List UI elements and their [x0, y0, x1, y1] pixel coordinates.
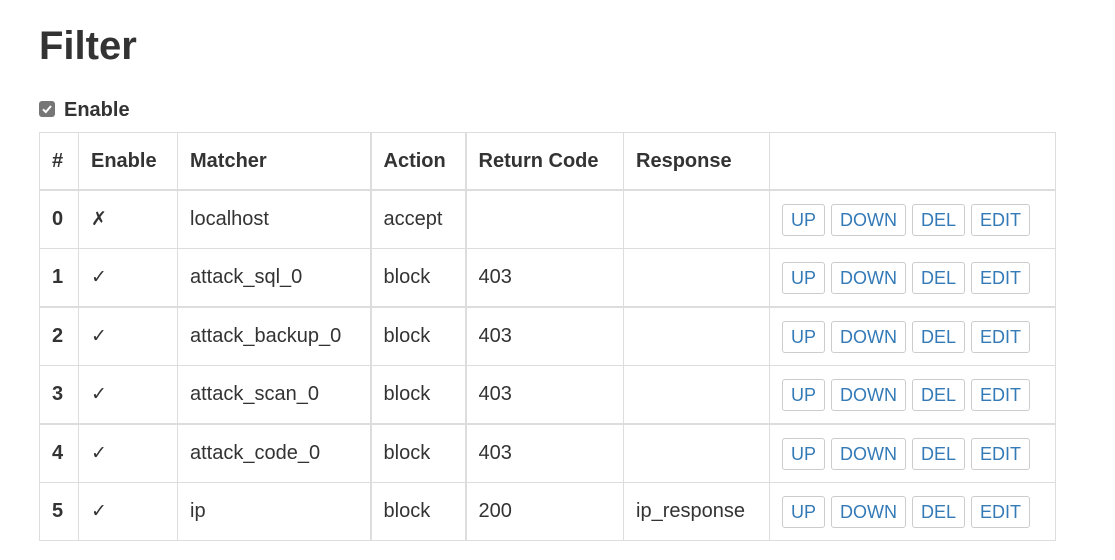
- enabled-status-icon: ✓: [91, 442, 107, 464]
- row-response: [623, 365, 770, 425]
- edit-button[interactable]: EDIT: [971, 378, 1031, 411]
- row-enabled-mark: ✓: [78, 306, 178, 366]
- column-header-actions: [769, 132, 1056, 191]
- row-index: 5: [39, 482, 79, 541]
- row-matcher: attack_scan_0: [177, 365, 372, 425]
- enable-label: Enable: [64, 98, 130, 121]
- row-index: 2: [39, 306, 79, 366]
- row-actions: UP DOWN DEL EDIT: [769, 189, 1056, 249]
- row-button-group: UP DOWN DEL EDIT: [782, 261, 1043, 294]
- row-index: 4: [39, 423, 79, 483]
- row-index: 3: [39, 365, 79, 425]
- del-button[interactable]: DEL: [912, 320, 966, 353]
- row-button-group: UP DOWN DEL EDIT: [782, 495, 1043, 528]
- row-response: ip_response: [623, 482, 770, 541]
- table-row: 1 ✓ attack_sql_0 block 403 UP DOWN DEL E…: [39, 248, 1056, 308]
- column-header-enable: Enable: [78, 132, 178, 191]
- row-response: [623, 189, 770, 249]
- row-return-code: 200: [465, 482, 624, 541]
- filter-table: # Enable Matcher Action Return Code Resp…: [39, 132, 1056, 541]
- row-actions: UP DOWN DEL EDIT: [769, 248, 1056, 308]
- row-return-code: [465, 189, 624, 249]
- row-actions: UP DOWN DEL EDIT: [769, 482, 1056, 541]
- row-response: [623, 248, 770, 308]
- row-action: block: [370, 365, 467, 425]
- up-button[interactable]: UP: [782, 261, 826, 294]
- column-header-index: #: [39, 132, 79, 191]
- edit-button[interactable]: EDIT: [971, 437, 1031, 470]
- row-response: [623, 423, 770, 483]
- del-button[interactable]: DEL: [912, 495, 966, 528]
- row-matcher: attack_code_0: [177, 423, 372, 483]
- column-header-return-code: Return Code: [465, 132, 624, 191]
- edit-button[interactable]: EDIT: [971, 203, 1031, 236]
- row-enabled-mark: ✓: [78, 365, 178, 425]
- row-actions: UP DOWN DEL EDIT: [769, 423, 1056, 483]
- del-button[interactable]: DEL: [912, 203, 966, 236]
- down-button[interactable]: DOWN: [831, 437, 907, 470]
- row-return-code: 403: [465, 423, 624, 483]
- up-button[interactable]: UP: [782, 203, 826, 236]
- del-button[interactable]: DEL: [912, 378, 966, 411]
- enabled-status-icon: ✓: [91, 266, 107, 288]
- row-button-group: UP DOWN DEL EDIT: [782, 437, 1043, 470]
- enabled-status-icon: ✓: [91, 500, 107, 522]
- del-button[interactable]: DEL: [912, 261, 966, 294]
- table-row: 4 ✓ attack_code_0 block 403 UP DOWN DEL …: [39, 423, 1056, 483]
- row-action: block: [370, 306, 467, 366]
- row-action: accept: [370, 189, 467, 249]
- enabled-status-icon: ✓: [91, 325, 107, 347]
- row-button-group: UP DOWN DEL EDIT: [782, 203, 1043, 236]
- row-return-code: 403: [465, 306, 624, 366]
- row-actions: UP DOWN DEL EDIT: [769, 365, 1056, 425]
- edit-button[interactable]: EDIT: [971, 261, 1031, 294]
- row-return-code: 403: [465, 248, 624, 308]
- row-index: 0: [39, 189, 79, 249]
- row-enabled-mark: ✓: [78, 482, 178, 541]
- enabled-status-icon: ✓: [91, 383, 107, 405]
- row-enabled-mark: ✗: [78, 189, 178, 249]
- row-button-group: UP DOWN DEL EDIT: [782, 378, 1043, 411]
- row-button-group: UP DOWN DEL EDIT: [782, 320, 1043, 353]
- table-row: 0 ✗ localhost accept UP DOWN DEL EDIT: [39, 189, 1056, 249]
- up-button[interactable]: UP: [782, 378, 826, 411]
- up-button[interactable]: UP: [782, 495, 826, 528]
- row-matcher: attack_sql_0: [177, 248, 372, 308]
- column-header-matcher: Matcher: [177, 132, 372, 191]
- down-button[interactable]: DOWN: [831, 203, 907, 236]
- edit-button[interactable]: EDIT: [971, 495, 1031, 528]
- edit-button[interactable]: EDIT: [971, 320, 1031, 353]
- enable-checkbox[interactable]: [39, 100, 55, 117]
- up-button[interactable]: UP: [782, 320, 826, 353]
- table-header-row: # Enable Matcher Action Return Code Resp…: [39, 132, 1056, 191]
- row-response: [623, 306, 770, 366]
- row-matcher: attack_backup_0: [177, 306, 372, 366]
- row-actions: UP DOWN DEL EDIT: [769, 306, 1056, 366]
- table-row: 2 ✓ attack_backup_0 block 403 UP DOWN DE…: [39, 306, 1056, 366]
- down-button[interactable]: DOWN: [831, 320, 907, 353]
- row-return-code: 403: [465, 365, 624, 425]
- row-action: block: [370, 248, 467, 308]
- down-button[interactable]: DOWN: [831, 495, 907, 528]
- table-row: 5 ✓ ip block 200 ip_response UP DOWN DEL…: [39, 482, 1056, 541]
- down-button[interactable]: DOWN: [831, 378, 907, 411]
- row-matcher: ip: [177, 482, 372, 541]
- up-button[interactable]: UP: [782, 437, 826, 470]
- row-index: 1: [39, 248, 79, 308]
- page-title: Filter: [39, 24, 137, 68]
- row-enabled-mark: ✓: [78, 248, 178, 308]
- column-header-response: Response: [623, 132, 770, 191]
- column-header-action: Action: [370, 132, 467, 191]
- enabled-status-icon: ✗: [91, 208, 107, 230]
- enable-toggle[interactable]: Enable: [39, 97, 130, 123]
- del-button[interactable]: DEL: [912, 437, 966, 470]
- row-matcher: localhost: [177, 189, 372, 249]
- check-icon: [42, 104, 52, 113]
- row-action: block: [370, 482, 467, 541]
- table-row: 3 ✓ attack_scan_0 block 403 UP DOWN DEL …: [39, 365, 1056, 425]
- row-action: block: [370, 423, 467, 483]
- row-enabled-mark: ✓: [78, 423, 178, 483]
- down-button[interactable]: DOWN: [831, 261, 907, 294]
